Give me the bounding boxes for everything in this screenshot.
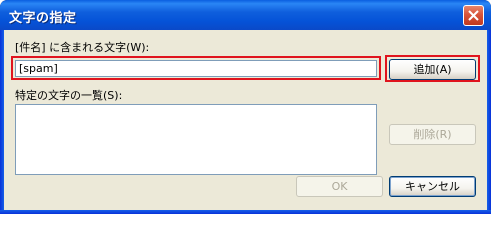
subject-text-input[interactable]: [spam] <box>15 60 377 77</box>
window-frame-bottom <box>0 210 491 214</box>
window-frame-right <box>487 30 491 214</box>
ok-button[interactable]: OK <box>296 176 383 197</box>
title-bar: 文字の指定 <box>0 0 491 30</box>
dialog-body: [件名] に含まれる文字(W): [spam] 追加(A) 特定の文字の一覧(S… <box>4 30 487 210</box>
close-button[interactable] <box>463 5 484 26</box>
close-icon <box>468 10 479 21</box>
text-list-label: 特定の文字の一覧(S): <box>15 89 123 102</box>
window-title: 文字の指定 <box>9 11 77 26</box>
text-list-box[interactable] <box>15 104 377 175</box>
delete-button[interactable]: 削除(R) <box>389 124 476 145</box>
subject-text-label: [件名] に含まれる文字(W): <box>15 41 150 54</box>
cancel-button[interactable]: キャンセル <box>389 176 476 197</box>
add-button[interactable]: 追加(A) <box>389 59 476 80</box>
dialog-window: 文字の指定 [件名] に含まれる文字(W): [spam] 追加(A) 特定の文… <box>0 0 491 214</box>
